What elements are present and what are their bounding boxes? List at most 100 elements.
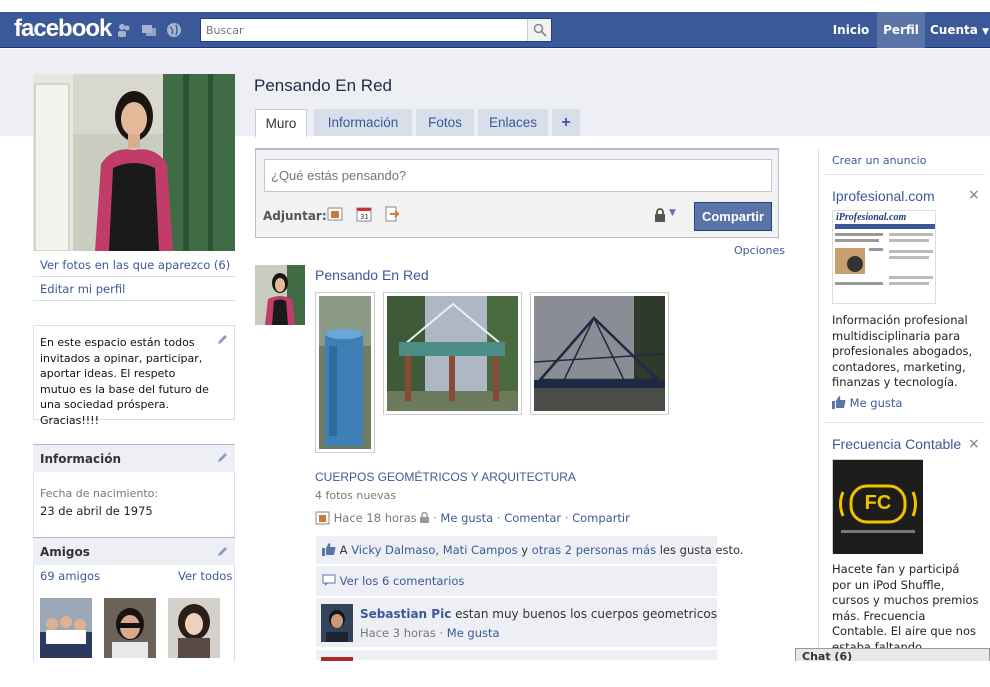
commenter-avatar[interactable] (321, 657, 353, 661)
bio-box: En este espacio están todos invitados a … (33, 325, 235, 427)
nav-account[interactable]: Cuenta ▼ (930, 12, 990, 48)
search-icon (533, 23, 547, 37)
photo-attach-icon[interactable] (327, 206, 343, 222)
friend-requests-icon[interactable] (116, 22, 132, 38)
status-input[interactable] (264, 159, 772, 192)
close-ad-icon[interactable]: × (968, 436, 980, 452)
view-all-comments-link[interactable]: Ver los 6 comentarios (340, 574, 465, 588)
thumbs-up-icon (832, 396, 846, 409)
likers-others[interactable]: otras 2 personas más (532, 543, 656, 557)
ad-title[interactable]: Iprofesional.com (832, 188, 935, 204)
chevron-down-icon: ▼ (982, 27, 989, 37)
tab-info[interactable]: Información (314, 109, 412, 136)
photo-post-icon (315, 511, 330, 525)
comment-link[interactable]: Comentar (504, 511, 561, 525)
photo-cylinder (319, 296, 371, 449)
privacy-chevron-icon[interactable]: ▼ (669, 208, 676, 218)
album-title-link[interactable]: CUERPOS GEOMÉTRICOS Y ARQUITECTURA (315, 470, 576, 484)
search-button[interactable] (527, 19, 551, 41)
event-attach-icon[interactable]: 31 (356, 206, 372, 222)
friend-photo (40, 598, 92, 658)
comment-time: Hace 3 horas (360, 626, 436, 640)
top-bar: facebook Inicio Perfil Cuenta ▼ (0, 12, 990, 48)
likers-names[interactable]: Vicky Dalmaso, Mati Campos (351, 543, 517, 557)
post-author-avatar[interactable] (255, 265, 305, 325)
profile-photo-image (33, 74, 235, 251)
friend-thumbnail[interactable] (168, 598, 220, 658)
ad-like-label: Me gusta (849, 396, 903, 410)
commenter-avatar[interactable] (321, 604, 353, 642)
author-photo (255, 265, 305, 325)
likes-prefix: A (339, 543, 352, 557)
page-title: Pensando En Red (254, 76, 392, 95)
nav-profile[interactable]: Perfil (877, 12, 925, 48)
ad-like-button[interactable]: Me gusta (832, 396, 902, 410)
privacy-lock-icon (420, 511, 430, 523)
thumbs-up-icon (322, 543, 336, 556)
chat-bar[interactable]: Chat (6) (795, 648, 990, 661)
tab-wall[interactable]: Muro (255, 109, 307, 137)
ad-image[interactable]: iProfesional.com (832, 210, 936, 304)
friend-thumbnail[interactable] (104, 598, 156, 658)
view-comments-row[interactable]: Ver los 6 comentarios (316, 566, 717, 597)
likes-and: y (517, 543, 532, 557)
add-tab-button[interactable]: + (552, 109, 580, 136)
close-ad-icon[interactable]: × (968, 187, 980, 203)
edit-pencil-icon[interactable] (216, 546, 228, 558)
options-link[interactable]: Opciones (734, 244, 785, 257)
nav-home[interactable]: Inicio (828, 12, 874, 48)
comment-author[interactable]: Sebastian Pic (360, 607, 451, 621)
attach-label: Adjuntar: (263, 209, 327, 223)
comment-like-link[interactable]: Me gusta (447, 626, 500, 640)
comment-line: Sebastian Pic estan muy buenos los cuerp… (360, 607, 717, 621)
friends-heading: Amigos (40, 545, 90, 559)
divider (33, 276, 235, 277)
notifications-globe-icon[interactable] (166, 22, 182, 38)
lock-icon[interactable] (654, 208, 666, 222)
album-photo[interactable] (530, 292, 669, 415)
friend-thumbnail[interactable] (40, 598, 92, 658)
post-meta: Hace 18 horas · Me gusta · Comentar · Co… (315, 511, 630, 525)
svg-text:31: 31 (360, 213, 369, 221)
tab-links[interactable]: Enlaces (478, 109, 548, 136)
album-photo[interactable] (383, 292, 522, 415)
ad-image[interactable]: FC (832, 459, 923, 554)
comment-text: estan muy buenos los cuerpos geometricos (455, 607, 717, 621)
see-all-friends-link[interactable]: Ver todos (178, 569, 232, 583)
divider (33, 300, 235, 301)
comment-row (316, 650, 717, 661)
create-ad-link[interactable]: Crear un anuncio (832, 154, 926, 167)
divider (825, 422, 985, 423)
ad-text: Hacete fan y participá por un iPod Shuff… (832, 562, 979, 654)
divider (825, 174, 985, 175)
facebook-logo[interactable]: facebook (14, 15, 112, 43)
status-composer: Adjuntar: 31 ▼ Compartir (255, 148, 779, 238)
album-photo[interactable] (315, 292, 375, 453)
ads-column: Crear un anuncio Iprofesional.com × iPro… (818, 150, 990, 660)
messages-icon[interactable] (141, 22, 157, 38)
edit-pencil-icon[interactable] (216, 334, 228, 346)
info-box-heading: Información (33, 444, 235, 472)
photos-of-me-link[interactable]: Ver fotos en las que aparezco (6) (40, 258, 230, 272)
tab-photos[interactable]: Fotos (416, 109, 474, 136)
friends-box-heading: Amigos (33, 537, 235, 565)
share-link[interactable]: Compartir (572, 511, 630, 525)
likes-row: A Vicky Dalmaso, Mati Campos y otras 2 p… (316, 536, 744, 565)
friends-count-link[interactable]: 69 amigos (40, 569, 100, 583)
share-button[interactable]: Compartir (694, 202, 772, 231)
post-author-name[interactable]: Pensando En Red (315, 267, 429, 283)
post-time[interactable]: Hace 18 horas (334, 511, 417, 525)
comment-row: Sebastian Pic estan muy buenos los cuerp… (316, 598, 717, 648)
commenter-photo (321, 604, 353, 642)
edit-pencil-icon[interactable] (216, 452, 228, 464)
like-link[interactable]: Me gusta (440, 511, 493, 525)
ad-title[interactable]: Frecuencia Contable (832, 436, 961, 452)
friend-photo (104, 598, 156, 658)
profile-picture[interactable] (33, 74, 235, 251)
link-attach-icon[interactable] (384, 206, 400, 222)
ad-fc-logo-text: FC (864, 492, 892, 514)
search-input[interactable] (201, 19, 527, 41)
album-subtitle: 4 fotos nuevas (315, 489, 397, 502)
photo-pyramid-gazebo (387, 296, 518, 411)
edit-profile-link[interactable]: Editar mi perfil (40, 282, 125, 296)
